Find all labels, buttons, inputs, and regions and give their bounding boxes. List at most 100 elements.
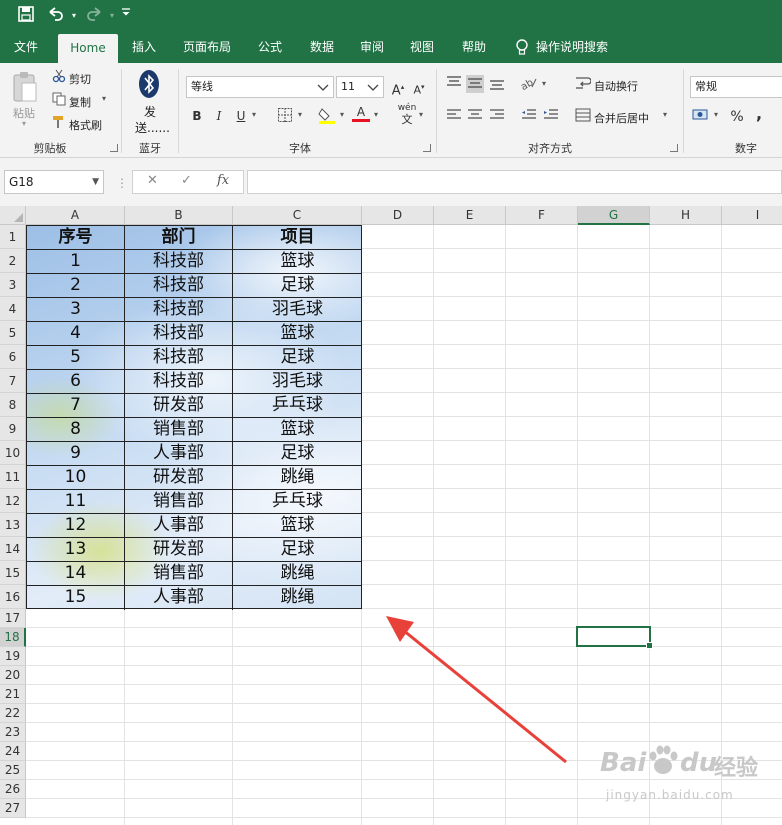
- table-cell[interactable]: 足球: [233, 442, 362, 466]
- align-left-icon[interactable]: [445, 107, 463, 125]
- table-cell[interactable]: 足球: [233, 274, 362, 298]
- tab-file[interactable]: 文件: [4, 32, 48, 63]
- merge-center-icon[interactable]: [574, 107, 592, 125]
- font-size-combo[interactable]: 11: [336, 76, 384, 98]
- fill-color-icon[interactable]: [318, 105, 336, 124]
- row-header[interactable]: 12: [0, 489, 26, 513]
- row-header[interactable]: 7: [0, 369, 26, 393]
- row-header[interactable]: 14: [0, 537, 26, 561]
- formula-bar-grip-icon[interactable]: ⋮: [116, 176, 128, 190]
- table-cell[interactable]: 科技部: [125, 322, 233, 346]
- row-header[interactable]: 19: [0, 647, 26, 666]
- underline-dropdown-icon[interactable]: ▾: [252, 110, 256, 119]
- phonetic-dropdown-icon[interactable]: ▾: [419, 110, 423, 119]
- row-header[interactable]: 16: [0, 585, 26, 609]
- orientation-icon[interactable]: ab: [519, 75, 538, 93]
- row-header[interactable]: 18: [0, 628, 26, 647]
- font-color-dropdown-icon[interactable]: ▾: [374, 110, 378, 119]
- tab-page-layout[interactable]: 页面布局: [176, 32, 238, 63]
- redo-icon[interactable]: [84, 6, 104, 26]
- column-header-b[interactable]: B: [125, 206, 233, 225]
- format-painter-button[interactable]: 格式刷: [69, 117, 102, 133]
- row-header[interactable]: 15: [0, 561, 26, 585]
- grow-font-button[interactable]: A▴: [389, 78, 407, 98]
- wrap-text-button[interactable]: 自动换行: [594, 78, 638, 94]
- align-middle-icon[interactable]: [466, 75, 484, 93]
- row-header[interactable]: 10: [0, 441, 26, 465]
- table-cell[interactable]: 科技部: [125, 250, 233, 274]
- copy-icon[interactable]: [50, 92, 68, 110]
- table-cell[interactable]: 11: [27, 490, 125, 514]
- font-name-combo[interactable]: 等线: [186, 76, 334, 98]
- undo-icon[interactable]: [46, 6, 66, 26]
- font-color-button[interactable]: A: [352, 105, 370, 125]
- bluetooth-send-label[interactable]: 发: [144, 103, 156, 120]
- tab-formulas[interactable]: 公式: [250, 32, 290, 63]
- worksheet-grid[interactable]: A B C D E F G H I 1 2 3 4 5 6 7 8 9 10 11 12 13 14 15 1…: [0, 206, 782, 825]
- column-header-i[interactable]: I: [722, 206, 782, 225]
- row-header[interactable]: 21: [0, 685, 26, 704]
- merge-center-button[interactable]: 合并后居中: [594, 110, 649, 126]
- tab-home[interactable]: Home: [58, 34, 118, 63]
- table-cell[interactable]: 羽毛球: [233, 370, 362, 394]
- table-cell[interactable]: 篮球: [233, 514, 362, 538]
- bluetooth-send-label-2[interactable]: 送......: [135, 119, 170, 136]
- customize-icon[interactable]: [116, 6, 136, 26]
- align-top-icon[interactable]: [445, 75, 463, 93]
- row-header[interactable]: 24: [0, 742, 26, 761]
- comma-button[interactable]: ,: [750, 105, 768, 123]
- table-cell[interactable]: 1: [27, 250, 125, 274]
- table-cell[interactable]: 乒乓球: [233, 490, 362, 514]
- underline-button[interactable]: U: [232, 107, 250, 125]
- row-header[interactable]: 5: [0, 321, 26, 345]
- table-cell[interactable]: 篮球: [233, 322, 362, 346]
- table-cell[interactable]: 销售部: [125, 562, 233, 586]
- tab-view[interactable]: 视图: [402, 32, 442, 63]
- column-header-a[interactable]: A: [26, 206, 125, 225]
- table-cell[interactable]: 人事部: [125, 514, 233, 538]
- column-header-g[interactable]: G: [578, 206, 650, 225]
- select-all-button[interactable]: [0, 206, 26, 225]
- table-cell[interactable]: 销售部: [125, 490, 233, 514]
- table-cell[interactable]: 跳绳: [233, 586, 362, 610]
- row-header[interactable]: 6: [0, 345, 26, 369]
- column-header-h[interactable]: H: [650, 206, 722, 225]
- table-cell[interactable]: 羽毛球: [233, 298, 362, 322]
- active-cell-g18[interactable]: [576, 626, 653, 649]
- row-header[interactable]: 20: [0, 666, 26, 685]
- table-cell[interactable]: 3: [27, 298, 125, 322]
- bluetooth-icon[interactable]: [138, 69, 160, 99]
- row-header[interactable]: 4: [0, 297, 26, 321]
- font-launcher-icon[interactable]: [423, 144, 431, 152]
- table-cell[interactable]: 13: [27, 538, 125, 562]
- undo-dropdown-icon[interactable]: ▾: [64, 6, 84, 26]
- table-header-cell[interactable]: 部门: [125, 226, 233, 250]
- row-header[interactable]: 13: [0, 513, 26, 537]
- enter-icon[interactable]: ✓: [181, 173, 192, 188]
- table-cell[interactable]: 销售部: [125, 418, 233, 442]
- alignment-launcher-icon[interactable]: [670, 144, 678, 152]
- chevron-down-icon[interactable]: [366, 77, 380, 105]
- clipboard-launcher-icon[interactable]: [110, 144, 118, 152]
- tab-review[interactable]: 审阅: [352, 32, 392, 63]
- row-header[interactable]: 1: [0, 225, 26, 249]
- shrink-font-button[interactable]: A▾: [410, 78, 428, 97]
- table-header-cell[interactable]: 项目: [233, 226, 362, 250]
- table-cell[interactable]: 14: [27, 562, 125, 586]
- align-bottom-icon[interactable]: [488, 75, 506, 93]
- align-right-icon[interactable]: [488, 107, 506, 125]
- table-cell[interactable]: 科技部: [125, 346, 233, 370]
- tab-help[interactable]: 帮助: [452, 32, 496, 63]
- table-cell[interactable]: 研发部: [125, 394, 233, 418]
- row-header[interactable]: 22: [0, 704, 26, 723]
- table-cell[interactable]: 篮球: [233, 418, 362, 442]
- paste-icon[interactable]: [10, 69, 40, 105]
- fill-color-dropdown-icon[interactable]: ▾: [340, 110, 344, 119]
- copy-button[interactable]: 复制: [69, 94, 91, 110]
- column-header-f[interactable]: F: [506, 206, 578, 225]
- decrease-indent-icon[interactable]: [520, 107, 538, 125]
- merge-dropdown-icon[interactable]: ▾: [663, 110, 667, 119]
- table-cell[interactable]: 科技部: [125, 274, 233, 298]
- row-header[interactable]: 23: [0, 723, 26, 742]
- table-cell[interactable]: 研发部: [125, 466, 233, 490]
